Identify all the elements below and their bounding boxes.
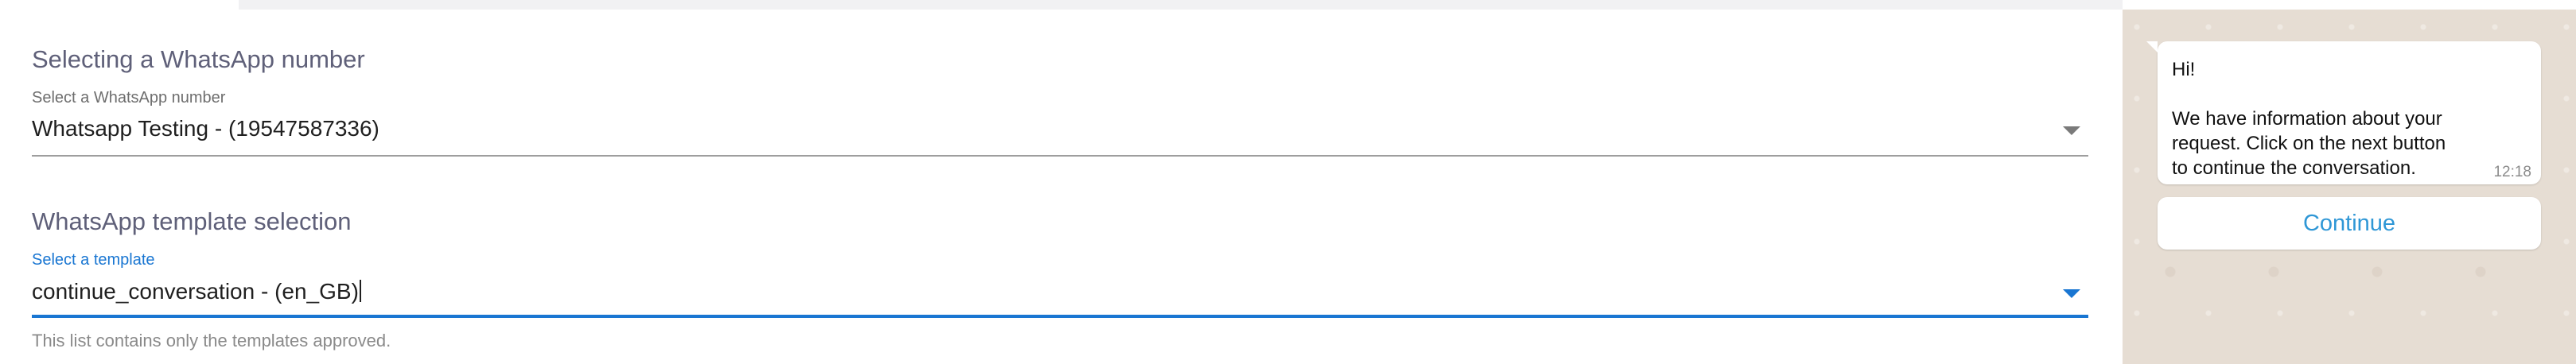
chevron-down-icon[interactable] — [2063, 289, 2080, 298]
number-select-value[interactable]: Whatsapp Testing - (19547587336) — [32, 116, 379, 141]
message-bubble: Hi! We have information about your reque… — [2146, 41, 2541, 184]
message-greeting: Hi! — [2172, 59, 2196, 80]
message-line-1: We have information about your — [2172, 108, 2442, 130]
template-select-underline — [32, 315, 2088, 318]
message-line-3: to continue the conversation. — [2172, 157, 2416, 179]
template-helper-text: This list contains only the templates ap… — [32, 331, 391, 350]
whatsapp-preview-panel: Hi! We have information about your reque… — [2123, 10, 2576, 364]
message-time: 12:18 — [2493, 164, 2531, 180]
template-select-value[interactable]: continue_conversation - (en_GB) — [32, 279, 359, 304]
bubble-tail — [2146, 41, 2158, 52]
template-form: Selecting a WhatsApp number Select a Wha… — [0, 0, 2123, 364]
template-select-label: Select a template — [32, 251, 155, 269]
chevron-down-icon[interactable] — [2063, 126, 2080, 135]
number-section-title: Selecting a WhatsApp number — [32, 45, 365, 73]
template-section-title: WhatsApp template selection — [32, 207, 352, 235]
number-select-underline — [32, 155, 2088, 157]
continue-button[interactable]: Continue — [2158, 197, 2541, 250]
text-cursor — [359, 280, 361, 302]
message-line-2: request. Click on the next button — [2172, 133, 2446, 154]
number-select-label: Select a WhatsApp number — [32, 89, 226, 106]
template-select-input[interactable]: continue_conversation - (en_GB) — [32, 279, 361, 304]
